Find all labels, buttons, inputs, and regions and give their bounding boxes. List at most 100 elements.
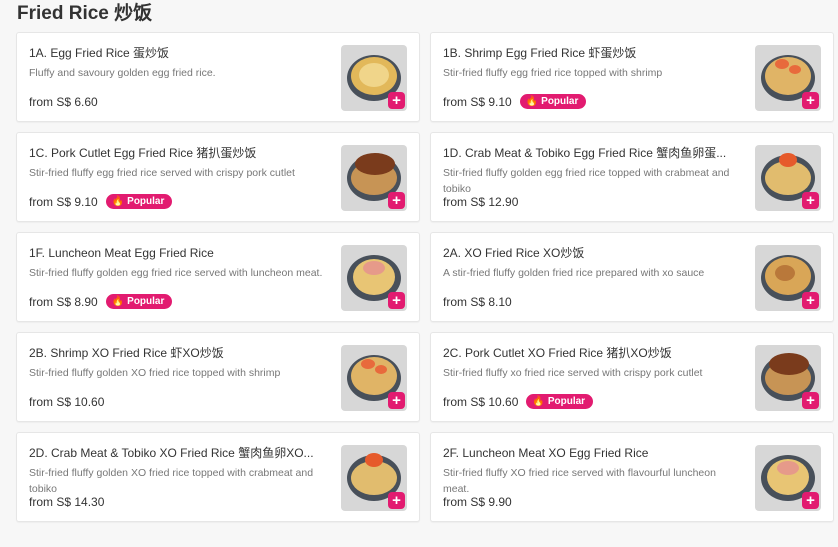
menu-item-name: 1B. Shrimp Egg Fried Rice 虾蛋炒饭 xyxy=(443,46,637,60)
food-shape xyxy=(777,461,799,475)
food-shape xyxy=(355,153,395,175)
menu-item-photo[interactable]: + xyxy=(755,445,821,511)
menu-item-card[interactable]: 1B. Shrimp Egg Fried Rice 虾蛋炒饭 Stir-fried… xyxy=(430,32,834,122)
menu-item-price: from S$ 14.30 xyxy=(29,495,105,509)
food-shape xyxy=(779,153,797,167)
add-to-cart-button[interactable]: + xyxy=(802,192,819,209)
popular-badge: 🔥 Popular xyxy=(105,294,173,309)
add-to-cart-button[interactable]: + xyxy=(388,92,405,109)
price-row: from S$ 9.90 xyxy=(443,495,512,509)
menu-item-photo[interactable]: + xyxy=(755,245,821,311)
price-row: from S$ 10.60 🔥 Popular xyxy=(443,394,594,409)
menu-item-info: 2D. Crab Meat & Tobiko XO Fried Rice 蟹肉鱼… xyxy=(29,445,331,497)
menu-item-card[interactable]: 2B. Shrimp XO Fried Rice 虾XO炒饭 Stir-fried… xyxy=(16,332,420,422)
section-title: Fried Rice 炒饭 xyxy=(17,3,153,24)
menu-item-info: 1B. Shrimp Egg Fried Rice 虾蛋炒饭 Stir-fried… xyxy=(443,45,745,81)
popular-badge: 🔥 Popular xyxy=(526,394,594,409)
menu-item-price: from S$ 10.60 xyxy=(29,395,105,409)
menu-item-price: from S$ 9.90 xyxy=(443,495,512,509)
popular-badge-label: Popular xyxy=(541,96,579,107)
food-shape xyxy=(775,265,795,281)
menu-item-card[interactable]: 1F. Luncheon Meat Egg Fried Rice Stir-fri… xyxy=(16,232,420,322)
menu-item-info: 2F. Luncheon Meat XO Egg Fried Rice Stir-… xyxy=(443,445,745,497)
popular-badge: 🔥 Popular xyxy=(105,194,173,209)
price-row: from S$ 9.10 🔥 Popular xyxy=(29,194,173,209)
price-row: from S$ 12.90 xyxy=(443,195,518,209)
food-shape xyxy=(363,261,385,275)
flame-icon: 🔥 xyxy=(525,96,539,107)
menu-item-photo[interactable]: + xyxy=(341,445,407,511)
add-to-cart-button[interactable]: + xyxy=(802,492,819,509)
food-shape xyxy=(375,365,387,374)
menu-item-photo[interactable]: + xyxy=(755,345,821,411)
menu-item-info: 1C. Pork Cutlet Egg Fried Rice 猪扒蛋炒饭 Stir… xyxy=(29,145,331,181)
food-shape xyxy=(775,59,789,69)
menu-item-name: 2D. Crab Meat & Tobiko XO Fried Rice 蟹肉鱼… xyxy=(29,446,314,460)
menu-item-name: 1C. Pork Cutlet Egg Fried Rice 猪扒蛋炒饭 xyxy=(29,146,257,160)
menu-item-card[interactable]: 1D. Crab Meat & Tobiko Egg Fried Rice 蟹肉… xyxy=(430,132,834,222)
menu-item-description: Stir-fried fluffy egg fried rice topped … xyxy=(443,67,663,79)
menu-item-price: from S$ 8.90 xyxy=(29,294,98,309)
menu-item-info: 2C. Pork Cutlet XO Fried Rice 猪扒XO炒饭 Stir… xyxy=(443,345,745,381)
food-shape xyxy=(365,453,383,467)
menu-item-info: 2B. Shrimp XO Fried Rice 虾XO炒饭 Stir-fried… xyxy=(29,345,331,381)
flame-icon: 🔥 xyxy=(111,196,125,207)
add-to-cart-button[interactable]: + xyxy=(388,492,405,509)
menu-item-photo[interactable]: + xyxy=(341,45,407,111)
menu-item-photo[interactable]: + xyxy=(755,45,821,111)
menu-item-card[interactable]: 2F. Luncheon Meat XO Egg Fried Rice Stir-… xyxy=(430,432,834,522)
price-row: from S$ 9.10 🔥 Popular xyxy=(443,94,587,109)
popular-badge-label: Popular xyxy=(127,296,165,307)
add-to-cart-button[interactable]: + xyxy=(388,192,405,209)
popular-badge-label: Popular xyxy=(127,196,165,207)
menu-item-card[interactable]: 2C. Pork Cutlet XO Fried Rice 猪扒XO炒饭 Stir… xyxy=(430,332,834,422)
menu-item-photo[interactable]: + xyxy=(755,145,821,211)
menu-item-description: Stir-fried fluffy golden egg fried rice … xyxy=(29,267,323,279)
menu-item-price: from S$ 6.60 xyxy=(29,95,98,109)
menu-item-name: 1F. Luncheon Meat Egg Fried Rice xyxy=(29,246,214,260)
add-to-cart-button[interactable]: + xyxy=(802,392,819,409)
menu-item-name: 2B. Shrimp XO Fried Rice 虾XO炒饭 xyxy=(29,346,224,360)
menu-item-price: from S$ 12.90 xyxy=(443,195,519,209)
menu-item-description: Fluffy and savoury golden egg fried rice… xyxy=(29,67,216,79)
popular-badge: 🔥 Popular xyxy=(519,94,587,109)
menu-item-description: Stir-fried fluffy egg fried rice served … xyxy=(29,167,295,179)
food-shape xyxy=(359,63,389,87)
menu-item-description: Stir-fried fluffy golden XO fried rice t… xyxy=(29,467,314,495)
menu-item-card[interactable]: 1C. Pork Cutlet Egg Fried Rice 猪扒蛋炒饭 Stir… xyxy=(16,132,420,222)
menu-item-info: 1D. Crab Meat & Tobiko Egg Fried Rice 蟹肉… xyxy=(443,145,745,197)
price-row: from S$ 8.10 xyxy=(443,295,512,309)
menu-item-price: from S$ 8.10 xyxy=(443,295,512,309)
menu-item-description: Stir-fried fluffy golden XO fried rice t… xyxy=(29,367,281,379)
menu-item-description: Stir-fried fluffy golden egg fried rice … xyxy=(443,167,730,195)
flame-icon: 🔥 xyxy=(111,296,125,307)
popular-badge-label: Popular xyxy=(547,396,586,407)
menu-item-info: 1A. Egg Fried Rice 蛋炒饭 Fluffy and savoury… xyxy=(29,45,331,81)
menu-item-photo[interactable]: + xyxy=(341,345,407,411)
menu-item-name: 2C. Pork Cutlet XO Fried Rice 猪扒XO炒饭 xyxy=(443,346,672,360)
menu-item-card[interactable]: 1A. Egg Fried Rice 蛋炒饭 Fluffy and savoury… xyxy=(16,32,420,122)
add-to-cart-button[interactable]: + xyxy=(802,292,819,309)
price-row: from S$ 8.90 🔥 Popular xyxy=(29,294,173,309)
menu-item-card[interactable]: 2A. XO Fried Rice XO炒饭 A stir-fried fluff… xyxy=(430,232,834,322)
price-row: from S$ 6.60 xyxy=(29,95,98,109)
menu-item-name: 2A. XO Fried Rice XO炒饭 xyxy=(443,246,585,260)
add-to-cart-button[interactable]: + xyxy=(802,92,819,109)
menu-item-description: Stir-fried fluffy xo fried rice served w… xyxy=(443,367,703,379)
menu-item-name: 1D. Crab Meat & Tobiko Egg Fried Rice 蟹肉… xyxy=(443,146,727,160)
add-to-cart-button[interactable]: + xyxy=(388,392,405,409)
menu-item-description: Stir-fried fluffy XO fried rice served w… xyxy=(443,467,716,495)
price-row: from S$ 10.60 xyxy=(29,395,104,409)
price-row: from S$ 14.30 xyxy=(29,495,104,509)
menu-item-photo[interactable]: + xyxy=(341,245,407,311)
add-to-cart-button[interactable]: + xyxy=(388,292,405,309)
menu-item-photo[interactable]: + xyxy=(341,145,407,211)
menu-item-info: 2A. XO Fried Rice XO炒饭 A stir-fried fluff… xyxy=(443,245,745,281)
menu-item-card[interactable]: 2D. Crab Meat & Tobiko XO Fried Rice 蟹肉鱼… xyxy=(16,432,420,522)
menu-item-price: from S$ 10.60 xyxy=(443,394,519,409)
flame-icon: 🔥 xyxy=(532,396,545,407)
menu-item-name: 1A. Egg Fried Rice 蛋炒饭 xyxy=(29,46,170,60)
menu-item-price: from S$ 9.10 xyxy=(443,94,512,109)
food-shape xyxy=(769,353,809,375)
menu-grid: 1A. Egg Fried Rice 蛋炒饭 Fluffy and savoury… xyxy=(16,32,834,522)
